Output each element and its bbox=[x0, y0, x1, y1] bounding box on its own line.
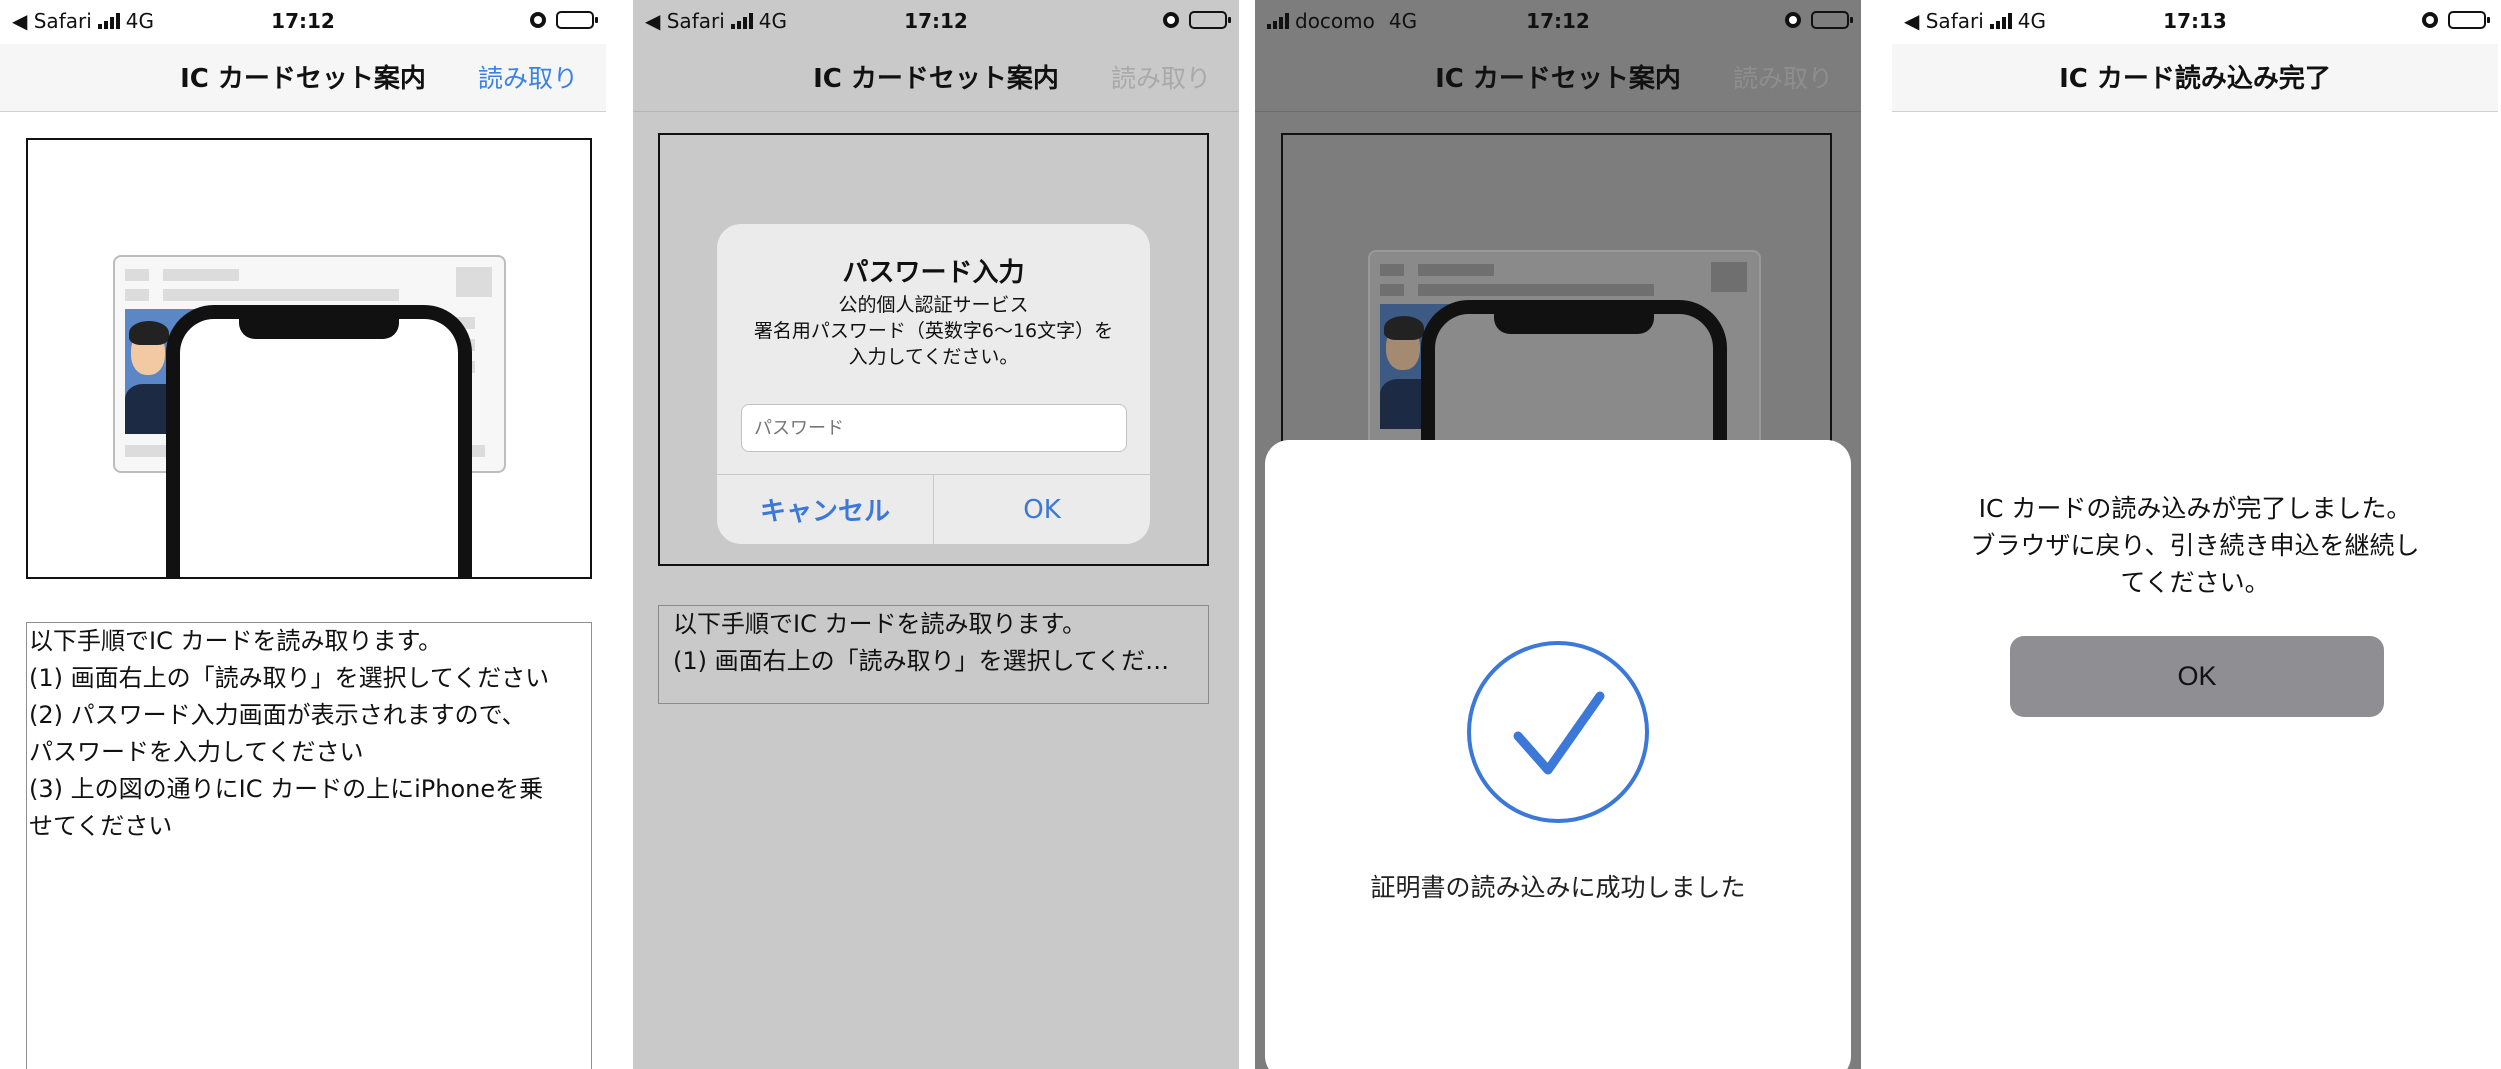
instructions-box: 以下手順でIC カードを読み取ります。 (1) 画面右上の「読み取り」を選択して… bbox=[26, 622, 592, 1069]
dialog-title: パスワード入力 bbox=[842, 258, 1025, 288]
screen-read-complete: ◀ Safari 4G 17:13 IC カード読み込み完了 IC カードの読み… bbox=[1892, 0, 2498, 1069]
password-dialog: パスワード入力 公的個人認証サービス 署名用パスワード（英数字6〜16文字）を … bbox=[717, 224, 1150, 544]
clock: 17:12 bbox=[904, 9, 968, 33]
completion-message: IC カードの読み込みが完了しました。 ブラウザに戻り、引き続き申込を継続し て… bbox=[1970, 494, 2420, 597]
battery-icon bbox=[1811, 11, 1853, 29]
nav-bar: IC カード読み込み完了 bbox=[1892, 44, 2498, 112]
screen-read-success: docomo 4G 17:12 IC カードセット案内 読み取り 証明書の読み込… bbox=[1255, 0, 1861, 1069]
status-bar: ◀ Safari 4G 17:12 bbox=[0, 0, 606, 44]
iphone-image bbox=[166, 305, 472, 577]
checkmark-icon bbox=[1467, 641, 1649, 823]
read-button: 読み取り bbox=[1732, 64, 1833, 93]
password-input[interactable] bbox=[741, 404, 1127, 452]
clock: 17:12 bbox=[271, 9, 335, 33]
alarm-icon bbox=[530, 12, 546, 28]
status-bar: ◀ Safari 4G 17:12 bbox=[633, 0, 1239, 44]
alarm-icon bbox=[2422, 12, 2438, 28]
ok-button[interactable]: OK bbox=[934, 475, 1150, 544]
clock: 17:12 bbox=[1526, 9, 1590, 33]
ok-button[interactable]: OK bbox=[2010, 636, 2384, 717]
nav-bar: IC カードセット案内 読み取り bbox=[633, 44, 1239, 112]
alarm-icon bbox=[1163, 12, 1179, 28]
screen-card-guide: ◀ Safari 4G 17:12 IC カードセット案内 読み取り 以下手順で… bbox=[0, 0, 606, 1069]
nav-bar: IC カードセット案内 読み取り bbox=[0, 44, 606, 112]
instructions-box: 以下手順でIC カードを読み取ります。 (1) 画面右上の「読み取り」を選択して… bbox=[658, 605, 1209, 704]
card-illustration bbox=[26, 138, 592, 579]
success-message: 証明書の読み込みに成功しました bbox=[1370, 873, 1746, 902]
screen-password-input: ◀ Safari 4G 17:12 IC カードセット案内 読み取り 以下手順で… bbox=[633, 0, 1239, 1069]
alarm-icon bbox=[1785, 12, 1801, 28]
status-bar: ◀ Safari 4G 17:13 bbox=[1892, 0, 2498, 44]
clock: 17:13 bbox=[2163, 9, 2227, 33]
status-bar: docomo 4G 17:12 bbox=[1255, 0, 1861, 44]
battery-icon bbox=[556, 11, 598, 29]
cancel-button[interactable]: キャンセル bbox=[717, 475, 934, 544]
success-sheet: 証明書の読み込みに成功しました bbox=[1265, 440, 1851, 1069]
page-title: IC カード読み込み完了 bbox=[2059, 64, 2331, 94]
dialog-message: 公的個人認証サービス 署名用パスワード（英数字6〜16文字）を 入力してください… bbox=[753, 294, 1114, 368]
read-button: 読み取り bbox=[1110, 64, 1211, 93]
nav-bar: IC カードセット案内 読み取り bbox=[1255, 44, 1861, 112]
battery-icon bbox=[2448, 11, 2490, 29]
battery-icon bbox=[1189, 11, 1231, 29]
read-button[interactable]: 読み取り bbox=[478, 59, 578, 95]
